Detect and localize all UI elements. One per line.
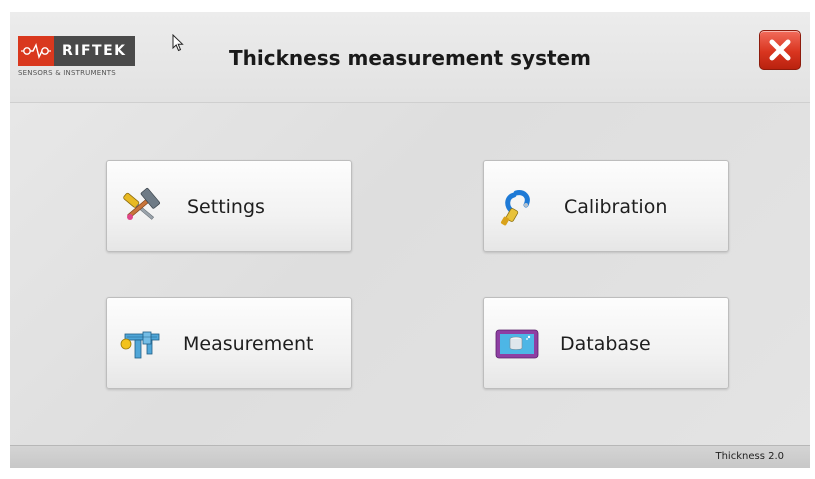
database-monitor-icon [495, 329, 539, 359]
database-button[interactable]: Database [483, 297, 729, 389]
logo-wordmark: RIFTEK [54, 36, 135, 66]
status-bar: Thickness 2.0 [10, 445, 810, 468]
page-title: Thickness measurement system [229, 46, 591, 70]
calibration-button[interactable]: Calibration [483, 160, 729, 252]
measurement-label: Measurement [183, 333, 314, 355]
calibration-label: Calibration [564, 196, 668, 218]
tools-icon [123, 188, 160, 220]
version-label: Thickness 2.0 [715, 451, 784, 462]
measurement-button[interactable]: Measurement [106, 297, 352, 389]
header-bar: RIFTEK SENSORS & INSTRUMENTS Thickness m… [10, 12, 810, 103]
logo-mark-icon [18, 36, 54, 66]
settings-button[interactable]: Settings [106, 160, 352, 252]
close-icon [769, 39, 791, 61]
settings-label: Settings [187, 196, 265, 218]
riftek-logo: RIFTEK SENSORS & INSTRUMENTS [18, 36, 150, 77]
app-window: RIFTEK SENSORS & INSTRUMENTS Thickness m… [10, 12, 810, 468]
logo-tagline: SENSORS & INSTRUMENTS [18, 69, 116, 77]
close-button[interactable] [759, 30, 801, 70]
database-label: Database [560, 333, 651, 355]
micrometer-icon [500, 190, 530, 226]
caliper-icon [120, 331, 160, 359]
